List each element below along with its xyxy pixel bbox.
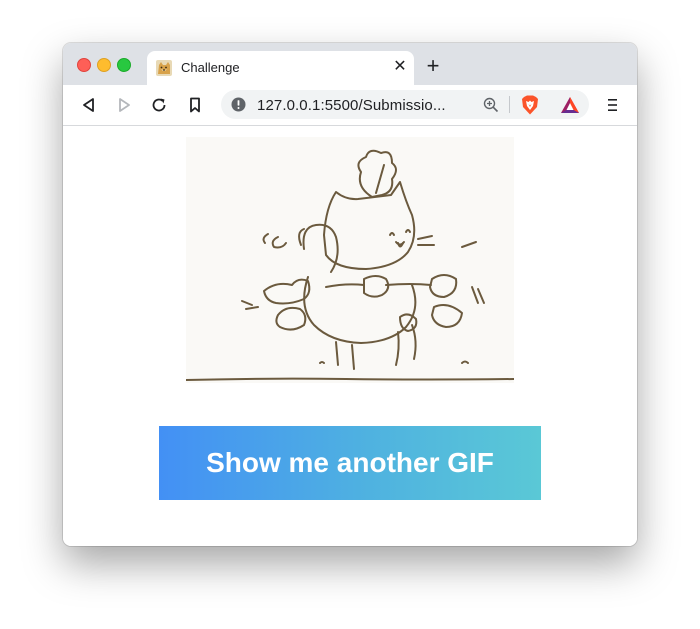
new-tab-button[interactable]: + <box>423 55 443 77</box>
omnibox-divider <box>509 96 510 113</box>
forward-icon[interactable] <box>114 95 134 115</box>
address-bar[interactable]: 127.0.0.1:5500/Submissio... <box>221 90 589 119</box>
close-window-button[interactable] <box>77 58 91 72</box>
page-content: Show me another GIF <box>63 126 637 546</box>
bookmark-icon[interactable] <box>185 95 205 115</box>
menu-icon[interactable] <box>605 96 619 114</box>
browser-window: Challenge ✕ + 127.0.0.1:5500/Submissio..… <box>63 43 637 546</box>
browser-toolbar: 127.0.0.1:5500/Submissio... <box>63 85 637 126</box>
cartoon-cat-gif-icon <box>185 149 515 381</box>
bat-rewards-icon[interactable] <box>560 96 580 114</box>
reload-icon[interactable] <box>149 95 169 115</box>
minimize-window-button[interactable] <box>97 58 111 72</box>
gif-image <box>185 137 515 383</box>
tab-challenge[interactable]: Challenge ✕ <box>147 51 414 85</box>
brave-shield-icon[interactable] <box>521 95 539 115</box>
doge-favicon-icon <box>156 60 172 76</box>
url-text: 127.0.0.1:5500/Submissio... <box>257 97 446 114</box>
maximize-window-button[interactable] <box>117 58 131 72</box>
show-another-gif-button[interactable]: Show me another GIF <box>159 426 541 500</box>
tab-strip: Challenge ✕ + <box>63 43 637 85</box>
zoom-icon[interactable] <box>483 97 499 113</box>
close-tab-icon[interactable]: ✕ <box>392 59 408 75</box>
back-icon[interactable] <box>79 95 99 115</box>
tab-title: Challenge <box>181 60 240 75</box>
info-icon[interactable] <box>231 97 246 112</box>
